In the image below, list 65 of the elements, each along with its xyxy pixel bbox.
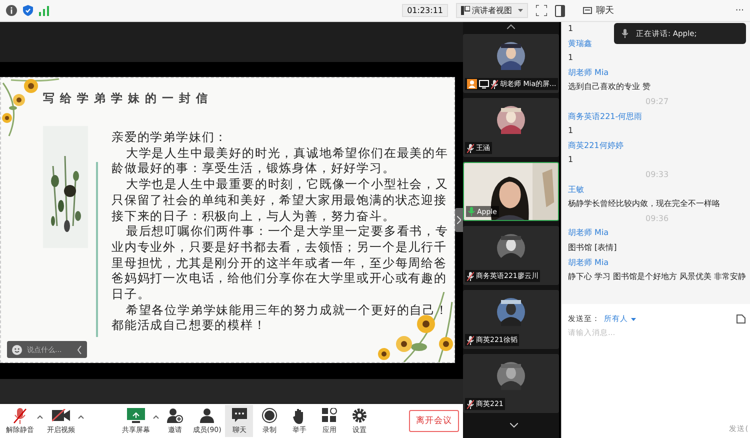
letter-paragraph: 最后想叮嘱你们两件事：一个是大学里一定要多看书，专业内专业外，只要是好书都去看，去领悟；另一个是儿行千里母担忧，尤其是刚分开的这半年或者一年，至少每周给爸爸妈妈打一次电话，给他们分享你在大学里或开心或有趣的日子。 [112, 224, 450, 303]
file-icon[interactable] [736, 314, 746, 324]
message-sender: 胡老师 Mia [568, 256, 609, 268]
info-icon[interactable] [6, 5, 17, 16]
mic-icon [468, 207, 475, 216]
host-icon [467, 79, 477, 89]
message-text: 选到自己喜欢的专业 赞 [568, 81, 651, 94]
leave-meeting-button[interactable]: 离开会议 [409, 410, 459, 432]
message-text: 1 [568, 125, 574, 138]
share-screen-icon [127, 408, 145, 423]
letter-greeting: 亲爱的学弟学妹们： [112, 130, 229, 146]
layout-icon [461, 6, 470, 15]
emoji-icon[interactable] [12, 344, 22, 354]
fullscreen-icon[interactable] [536, 5, 547, 16]
message-text: 1 [568, 23, 574, 35]
shield-icon[interactable] [23, 5, 33, 16]
message-time: 09:27 [646, 96, 669, 108]
members-icon [200, 408, 214, 423]
message-text: 1 [568, 154, 574, 166]
mic-icon [622, 29, 628, 38]
chat-title: 聊天 [596, 5, 615, 17]
caret-icon[interactable] [153, 415, 159, 419]
settings-icon [352, 408, 367, 423]
collapse-handle[interactable] [455, 208, 463, 232]
muted-mic-icon [491, 80, 498, 88]
slide-title: 写给学弟学妹的一封信 [43, 91, 214, 106]
message-text: 静下心 学习 图书馆是个好地方 风景优美 非常安静 [568, 271, 746, 284]
message-sender: 胡老师 Mia [568, 66, 609, 79]
message-time: 09:33 [646, 168, 669, 181]
scroll-up-icon[interactable] [507, 24, 515, 29]
muted-mic-icon [467, 336, 474, 344]
collapse-icon[interactable] [77, 346, 82, 354]
camera-off-icon [52, 409, 70, 422]
letter-paragraph: 大学也是人生中最重要的时刻，它既像一个小型社会，又只保留了社会的单纯和美好，希望大家用最饱满的状态迎接接下来的日子：积极向上，与人为善，努力奋斗。 [112, 177, 450, 224]
letter-paragraph: 希望各位学弟学妹能用三年的努力成就一个更好的自己！都能活成自己想要的模样！ [112, 302, 450, 334]
muted-mic-icon [467, 400, 474, 408]
message-sender: 王敏 [568, 184, 584, 196]
dropdown-icon [518, 9, 523, 12]
message-text: 图书馆 [表情] [568, 242, 617, 254]
meeting-timer: 01:23:11 [402, 4, 448, 17]
message-sender: 黄瑞鑫 [568, 38, 592, 50]
signal-icon[interactable] [39, 6, 50, 16]
muted-mic-icon [13, 408, 27, 424]
record-icon [262, 408, 277, 423]
more-button[interactable]: ··· [735, 6, 744, 16]
message-sender: 商英221何婷婷 [568, 140, 624, 152]
caret-icon[interactable] [78, 415, 84, 419]
chat-icon [583, 6, 592, 14]
scroll-down-icon[interactable] [510, 423, 518, 428]
panel-icon[interactable] [555, 4, 565, 16]
view-dropdown[interactable]: 演讲者视图 [456, 3, 528, 18]
message-text: 1 [568, 52, 574, 64]
muted-mic-icon [467, 144, 474, 152]
apps-icon [322, 408, 337, 423]
letter-paragraph: 大学是人生中最美好的时光，真诚地希望你们在最美的年龄做最好的事：享受生活，锻炼身体，好好学习。 [112, 146, 450, 178]
message-text: 杨静学长曾经比较内敛，现在完全不一样咯 [568, 198, 720, 210]
message-time: 09:36 [646, 212, 669, 225]
invite-icon [167, 408, 183, 423]
muted-mic-icon [467, 272, 474, 280]
dropdown-icon [631, 318, 636, 320]
chat-icon [232, 408, 247, 423]
message-sender: 胡老师 Mia [568, 227, 609, 240]
message-sender: 商务英语221-何思雨 [568, 110, 642, 123]
raise-hand-icon [293, 408, 306, 424]
caret-icon[interactable] [37, 415, 43, 419]
